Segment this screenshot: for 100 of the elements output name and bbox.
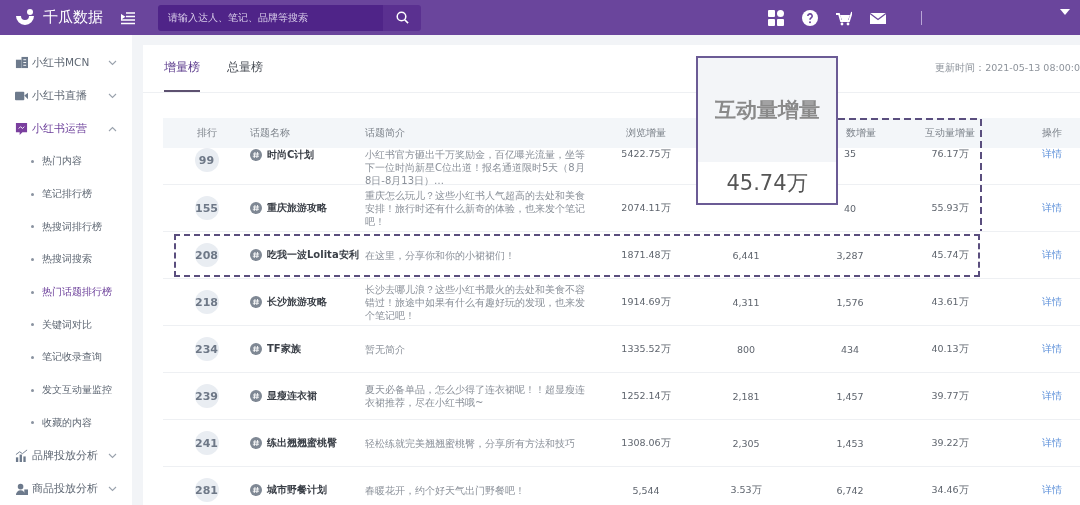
- column-header: 数增量: [845, 126, 877, 140]
- table-cell-text: 1252.14万: [620, 389, 672, 403]
- callout-title: 互动量增量: [698, 58, 836, 162]
- tab[interactable]: 增量榜: [164, 45, 200, 92]
- rank-badge: 239: [194, 384, 219, 408]
- sidebar-item[interactable]: 商品投放分析: [0, 472, 132, 505]
- sidebar-item[interactable]: 品牌投放分析: [0, 439, 132, 473]
- details-link[interactable]: 详情: [1042, 148, 1062, 161]
- caret-icon[interactable]: [1060, 9, 1070, 15]
- table-cell-text: 3,287: [835, 249, 865, 261]
- table-cell-text: 1,453: [835, 437, 865, 449]
- update-time: 更新时间：2021-05-13 08:00:0: [935, 62, 1080, 75]
- table-cell-text: 5422.75万: [620, 148, 672, 161]
- details-link[interactable]: 详情: [1042, 483, 1062, 497]
- topic-intro: 在这里，分享你和你的小裙裙们！: [365, 248, 516, 262]
- rank-badge: 155: [194, 196, 219, 220]
- chevron-down-icon: [108, 485, 117, 492]
- topic-intro: 重庆怎么玩儿？这些小红书人气超高的去处和美食安排！旅行时还有什么新奇的体验，也来发个笔记吧！: [365, 188, 586, 228]
- column-header: 排行: [195, 126, 218, 140]
- details-link[interactable]: 详情: [1042, 436, 1062, 450]
- sidebar-subitem[interactable]: 收藏的内容: [0, 406, 132, 440]
- details-link[interactable]: 详情: [1042, 295, 1062, 309]
- chevron-down-icon: [108, 92, 117, 99]
- sidebar-subitem[interactable]: 笔记排行榜: [0, 177, 132, 211]
- tab[interactable]: 总量榜: [227, 45, 263, 92]
- table-cell-text: 1,576: [835, 296, 865, 308]
- details-link[interactable]: 详情: [1042, 248, 1062, 262]
- topic-name: 重庆旅游攻略: [267, 201, 327, 215]
- topic-intro: 轻松练就完美翘翘蜜桃臀，分享所有方法和技巧: [365, 436, 576, 450]
- table-cell-text: 40: [842, 202, 858, 214]
- cart-icon[interactable]: [836, 9, 852, 26]
- sidebar-subitem[interactable]: 热搜词搜索: [0, 243, 132, 276]
- topic-name: 吃我一波Lolita安利: [267, 248, 359, 262]
- menu-item-icon: [15, 56, 28, 69]
- sidebar-subitem[interactable]: 热搜词排行榜: [0, 210, 132, 244]
- sidebar-subitem[interactable]: 发文互动量监控: [0, 373, 132, 407]
- hashtag-icon: [250, 296, 262, 308]
- table-cell-text: 6,742: [835, 484, 865, 496]
- details-link[interactable]: 详情: [1042, 201, 1062, 215]
- hashtag-icon: [250, 390, 262, 402]
- table-cell-text: 800: [735, 343, 757, 355]
- menu-icon[interactable]: [121, 10, 135, 25]
- grid-icon[interactable]: [768, 9, 784, 26]
- table-cell-text: 39.22万: [930, 436, 970, 450]
- table-cell-text: 45.74万: [930, 248, 970, 262]
- search-button[interactable]: [383, 4, 421, 31]
- table-cell-text: 2,181: [731, 390, 761, 402]
- details-link[interactable]: 详情: [1042, 389, 1062, 403]
- hashtag-icon: [250, 437, 262, 449]
- table-cell-text: 2,305: [731, 437, 761, 449]
- sidebar-item[interactable]: 小红书运营: [0, 112, 132, 145]
- table-cell-text: 6,441: [731, 249, 761, 261]
- hashtag-icon: [250, 202, 262, 214]
- search-icon: [395, 11, 409, 24]
- topic-intro: 小红书官方砸出千万奖励金，百亿曝光流量，坐等下一位时尚新星C位出道！报名通道限时5天（8月8日-8月13日）…: [365, 148, 586, 187]
- sidebar-subitem[interactable]: 热门内容: [0, 145, 132, 178]
- hashtag-icon: [250, 249, 262, 261]
- menu-item-icon: [15, 449, 28, 463]
- sidebar-item[interactable]: 小红书MCN: [0, 46, 132, 79]
- sidebar-subitem[interactable]: 热门话题排行榜: [0, 275, 132, 309]
- table-cell-text: 3.53万: [729, 483, 763, 497]
- topic-intro: 夏天必备单品，怎么少得了连衣裙呢！！超显瘦连衣裙推荐，尽在小红书哦~: [365, 383, 586, 409]
- table-cell-text: 76.17万: [930, 148, 970, 161]
- topic-name: 城市野餐计划: [267, 483, 327, 497]
- help-icon[interactable]: [802, 9, 818, 26]
- column-header: 话题简介: [365, 126, 406, 140]
- chevron-down-icon: [108, 452, 117, 459]
- chevron-down-icon: [108, 59, 117, 66]
- sidebar-subitem[interactable]: 关键词对比: [0, 308, 132, 342]
- table-cell-text: 1335.52万: [620, 342, 672, 356]
- rank-badge: 218: [194, 290, 219, 314]
- table-cell-text: 55.93万: [930, 201, 970, 215]
- rank-badge: 234: [194, 337, 219, 361]
- rank-badge: 241: [194, 431, 219, 455]
- topic-intro: 暂无简介: [365, 342, 406, 356]
- topic-intro: 春暖花开，约个好天气出门野餐吧！: [365, 483, 526, 497]
- sidebar-item[interactable]: 小红书直播: [0, 79, 132, 112]
- column-header: 浏览增量: [625, 126, 667, 140]
- search-field[interactable]: 请输入达人、笔记、品牌等搜索: [158, 4, 383, 31]
- table-cell-text: 1,457: [835, 390, 865, 402]
- sidebar-subitem[interactable]: 笔记收录查询: [0, 341, 132, 374]
- topic-name: 长沙旅游攻略: [267, 295, 327, 309]
- chevron-up-icon: [108, 125, 117, 132]
- column-header: 操作: [1041, 126, 1063, 140]
- table-cell-text: 34.46万: [930, 483, 970, 497]
- topic-intro: 长沙去哪儿浪？这些小红书最火的去处和美食不容错过！旅途中如果有什么有趣好玩的发现，也来发个笔记吧！: [365, 282, 586, 322]
- table-cell-text: 39.77万: [930, 389, 970, 403]
- hashtag-icon: [250, 343, 262, 355]
- details-link[interactable]: 详情: [1042, 342, 1062, 356]
- table-cell-text: 1308.06万: [620, 436, 672, 450]
- column-header: 互动量增量: [924, 126, 976, 140]
- topic-name: 显瘦连衣裙: [267, 389, 317, 403]
- table-cell-text: 2074.11万: [620, 201, 672, 215]
- table-cell-text: 1871.48万: [620, 248, 672, 262]
- topic-name: 时尚C计划: [267, 148, 315, 162]
- menu-item-icon: [15, 89, 28, 102]
- rank-badge: 281: [194, 478, 219, 502]
- topic-name: 练出翘翘蜜桃臀: [267, 436, 337, 450]
- rank-badge: 208: [194, 243, 219, 267]
- table-cell-text: 434: [839, 343, 861, 355]
